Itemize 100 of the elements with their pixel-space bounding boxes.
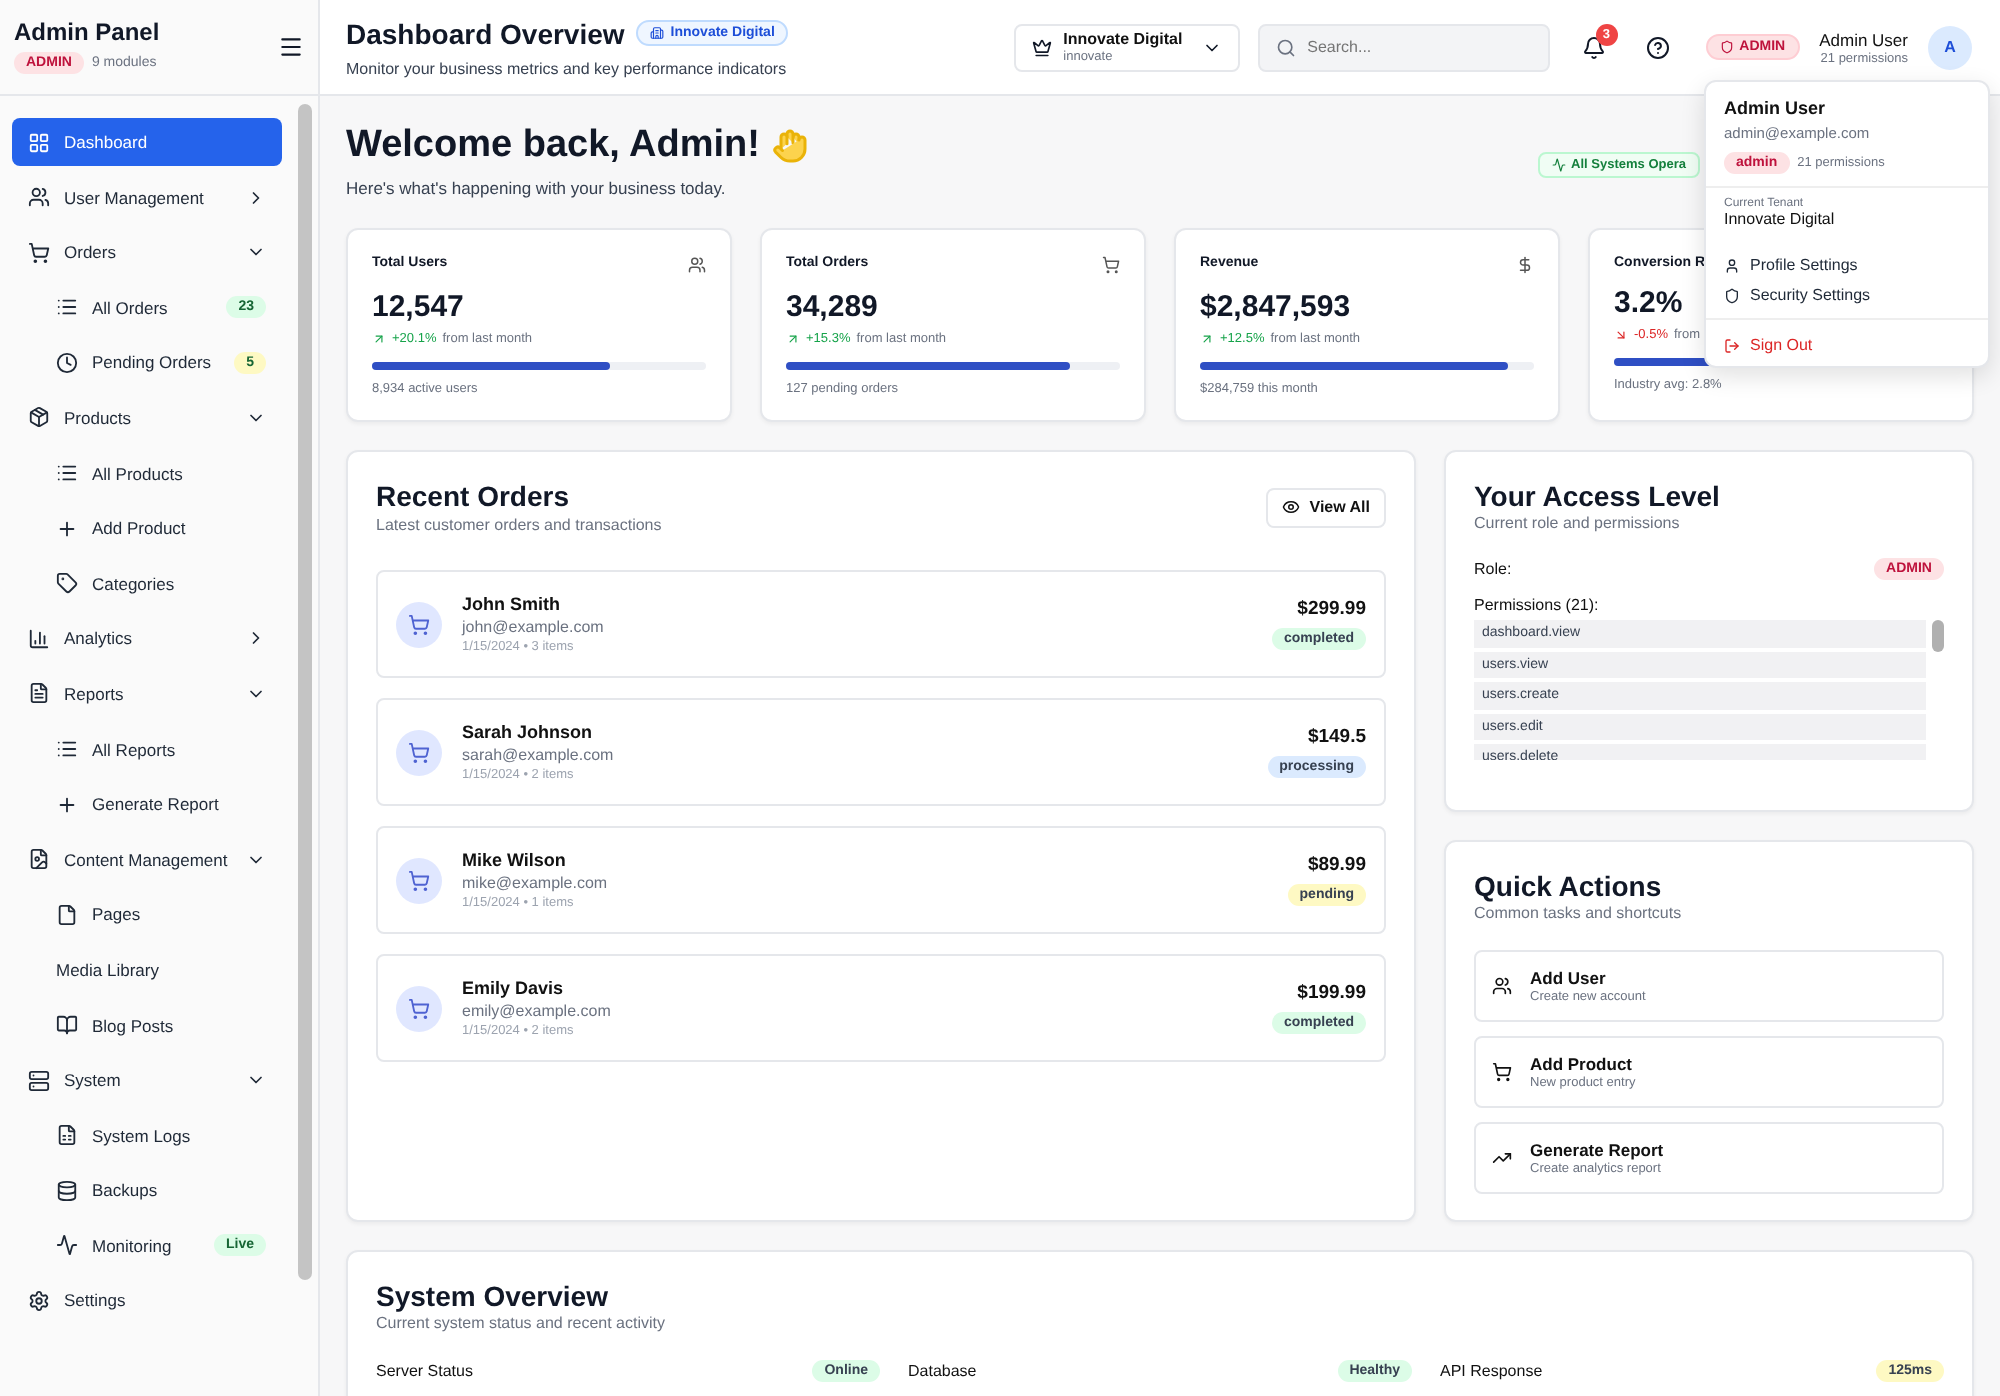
sidebar-item[interactable]: System (12, 1056, 282, 1105)
bell-icon[interactable] (1581, 35, 1606, 59)
sidebar-item[interactable]: Reports (12, 669, 282, 718)
card-title: Quick Actions (1474, 870, 1664, 902)
search-icon (1275, 37, 1296, 57)
sidebar-item[interactable]: Orders (12, 228, 282, 277)
search-field[interactable]: Search... (1257, 23, 1550, 71)
shield-icon (1719, 40, 1734, 54)
sidebar-item[interactable]: Generate Report (12, 780, 282, 829)
sidebar-item[interactable]: Settings (12, 1276, 282, 1325)
status-label: API Response (1440, 1362, 1543, 1380)
nav-icon (28, 241, 50, 264)
stat-value: 12,547 (372, 290, 464, 324)
nav-icon (28, 682, 50, 705)
sign-out-icon (1724, 337, 1740, 353)
menu-item[interactable]: Profile Settings (1706, 250, 1988, 280)
customer-name: John Smith (462, 594, 560, 614)
card-title: System Overview (376, 1280, 610, 1312)
status-label: Server Status (376, 1362, 473, 1380)
nav-icon (28, 848, 50, 871)
eye-icon (1281, 498, 1300, 516)
customer-email: emily@example.com (462, 1002, 611, 1020)
building-icon (650, 26, 665, 40)
nav-icon (28, 406, 50, 429)
nav-icon (56, 1124, 78, 1147)
user-name: Admin User (1724, 98, 1828, 118)
view-all-button[interactable]: View All (1265, 487, 1386, 527)
nav-icon (56, 738, 78, 761)
sidebar-item[interactable]: User Management (12, 173, 282, 222)
sidebar-item[interactable]: Add Product (12, 504, 282, 553)
customer-name: Emily Davis (462, 978, 564, 998)
welcome-subtitle: Here's what's happening with your business today. (346, 178, 726, 198)
sidebar-item[interactable]: Analytics (12, 614, 282, 663)
card-title: Recent Orders (376, 480, 569, 512)
app-title: Admin Panel (14, 18, 160, 46)
nav-icon (28, 1069, 50, 1092)
user-avatar[interactable]: A (1928, 25, 1972, 69)
sidebar-item[interactable]: Media Library (12, 945, 282, 994)
user-icon (1724, 257, 1740, 273)
order-amount: $199.99 (1297, 982, 1366, 1004)
order-amount: $299.99 (1297, 598, 1366, 620)
role-label: Role: (1474, 560, 1512, 578)
customer-email: sarah@example.com (462, 746, 614, 764)
sidebar-item[interactable]: System Logs (12, 1111, 282, 1160)
nav-icon (56, 572, 78, 595)
stat-value: 3.2% (1614, 286, 1683, 320)
menu-icon[interactable] (278, 34, 304, 60)
stat-value: 34,289 (786, 290, 878, 324)
shield-icon (1724, 287, 1740, 303)
scrollbar[interactable] (1932, 620, 1944, 652)
sidebar-item[interactable]: All Products (12, 449, 282, 498)
page-subtitle: Monitor your business metrics and key performance indicators (346, 59, 787, 77)
sidebar-item[interactable]: Categories (12, 559, 282, 608)
card-title: Your Access Level (1474, 480, 1722, 512)
help-icon[interactable] (1645, 35, 1670, 59)
customer-name: Mike Wilson (462, 850, 566, 870)
order-amount: $149.5 (1307, 726, 1366, 748)
sidebar-item[interactable]: Blog Posts (12, 1001, 282, 1049)
menu-item[interactable]: Sign Out (1706, 318, 1988, 360)
sidebar-item[interactable]: All Reports (12, 725, 282, 774)
cart-icon (396, 601, 442, 647)
nav-icon (56, 1234, 78, 1257)
nav-icon (56, 1014, 78, 1036)
nav-icon (56, 462, 78, 485)
cart-icon (396, 985, 442, 1031)
customer-email: john@example.com (462, 618, 604, 636)
nav-icon (56, 517, 78, 540)
cart-icon (1492, 1062, 1512, 1082)
activity-icon (1551, 158, 1566, 172)
tenant-name: Innovate Digital (1724, 210, 1837, 228)
customer-name: Sarah Johnson (462, 722, 593, 742)
card-subtitle: Latest customer orders and transactions (376, 516, 662, 534)
customer-email: mike@example.com (462, 874, 608, 892)
stat-icon (688, 256, 706, 274)
permissions-label: Permissions (21): (1474, 596, 1601, 614)
cart-icon (396, 729, 442, 775)
cart-icon (396, 857, 442, 903)
card-subtitle: Common tasks and shortcuts (1474, 904, 1684, 922)
status-label: Database (908, 1362, 977, 1380)
menu-item[interactable]: Security Settings (1706, 280, 1988, 310)
page-title: Dashboard Overview (346, 17, 625, 49)
waving-hand-icon (771, 128, 808, 164)
stat-icon (1516, 256, 1534, 274)
card-subtitle: Current role and permissions (1474, 514, 1682, 532)
nav-icon (28, 1289, 50, 1312)
sidebar-item[interactable]: Backups (12, 1166, 282, 1215)
nav-icon (56, 296, 78, 319)
card-subtitle: Current system status and recent activity (376, 1314, 667, 1332)
nav-icon (56, 351, 78, 374)
trend-icon (1492, 1148, 1512, 1168)
user-name: Admin User (1819, 29, 1908, 49)
crown-icon (1031, 37, 1052, 57)
sidebar-item[interactable]: Pages (12, 890, 282, 939)
sidebar-item[interactable]: Content Management (12, 835, 282, 884)
scrollbar[interactable] (298, 104, 312, 1280)
sidebar-item[interactable]: Products (12, 393, 282, 442)
sidebar-item[interactable]: Dashboard (12, 118, 282, 166)
nav-icon (28, 627, 50, 650)
nav-icon (56, 1179, 78, 1202)
stat-value: $2,847,593 (1200, 290, 1351, 324)
